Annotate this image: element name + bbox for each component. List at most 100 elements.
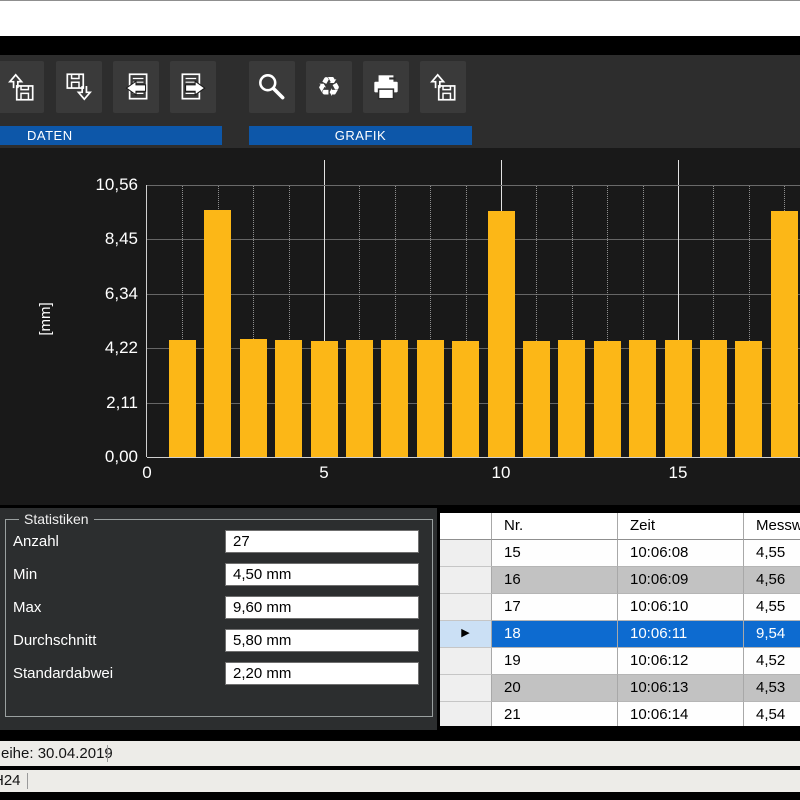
plot-top-border xyxy=(147,185,800,186)
floppy-arrow-up-icon xyxy=(4,71,38,103)
stat-label-min: Min xyxy=(13,566,37,583)
chart-bar xyxy=(735,341,762,457)
stat-label-anzahl: Anzahl xyxy=(13,533,59,550)
statusbar-series-text: eihe: 30.04.2019 xyxy=(1,741,113,766)
stat-label-standardabwei: Standardabwei xyxy=(13,665,113,682)
statusbar-device: H24 xyxy=(0,770,800,792)
chart-bar xyxy=(488,211,515,457)
column-header-messwert[interactable]: Messwert xyxy=(744,513,800,540)
messwert-cell[interactable]: 4,56 xyxy=(744,567,800,594)
load-data-button[interactable] xyxy=(0,61,44,113)
chart-bar xyxy=(700,340,727,457)
row-selector-cell[interactable] xyxy=(440,567,492,594)
chart-bar xyxy=(240,339,267,457)
nr-cell[interactable]: 21 xyxy=(492,702,618,726)
messwert-cell[interactable]: 4,52 xyxy=(744,648,800,675)
y-tick-label: 8,45 xyxy=(30,229,138,249)
standardabwei-field[interactable]: 2,20 mm xyxy=(225,662,419,685)
refresh-button[interactable]: ♻ xyxy=(306,61,352,113)
anzahl-field[interactable]: 27 xyxy=(225,530,419,553)
y-axis-line xyxy=(146,185,147,457)
toolbar-group-label-daten: DATEN xyxy=(0,126,222,145)
y-tick-label: 10,56 xyxy=(30,175,138,195)
floppy-arrow-down-icon xyxy=(62,71,96,103)
separator-band xyxy=(0,36,800,55)
grafik-label: GRAFIK xyxy=(335,128,386,143)
chart-bar xyxy=(311,341,338,457)
messwert-cell[interactable]: 4,54 xyxy=(744,702,800,726)
chart-bar xyxy=(523,341,550,457)
x-tick-label: 0 xyxy=(125,463,169,483)
nr-cell[interactable]: 16 xyxy=(492,567,618,594)
y-axis-title: [mm] xyxy=(37,285,59,353)
y-gridline xyxy=(147,457,800,458)
chart-bar xyxy=(452,341,479,457)
nr-cell[interactable]: 17 xyxy=(492,594,618,621)
chart-bar xyxy=(665,340,692,457)
chart-bar xyxy=(629,340,656,457)
window-title-band xyxy=(0,0,800,36)
messwert-cell[interactable]: 4,55 xyxy=(744,594,800,621)
statistics-groupbox-title: Statistiken xyxy=(19,511,94,527)
zeit-cell[interactable]: 10:06:11 xyxy=(618,621,744,648)
messwert-cell[interactable]: 4,55 xyxy=(744,540,800,567)
save-graphic-button[interactable] xyxy=(420,61,466,113)
row-selector-cell[interactable] xyxy=(440,540,492,567)
recycle-icon: ♻ xyxy=(317,74,341,101)
statusbar-series: eihe: 30.04.2019 xyxy=(0,741,800,766)
daten-label: DATEN xyxy=(27,128,73,143)
toolbar: DATEN GRAFIK ♻ xyxy=(0,55,800,148)
statusbar-separator xyxy=(27,773,28,789)
zeit-cell[interactable]: 10:06:13 xyxy=(618,675,744,702)
chart-bar xyxy=(169,340,196,457)
stat-label-max: Max xyxy=(13,599,41,616)
zeit-cell[interactable]: 10:06:09 xyxy=(618,567,744,594)
zeit-cell[interactable]: 10:06:14 xyxy=(618,702,744,726)
magnifier-icon xyxy=(255,71,289,103)
chart-bar xyxy=(381,340,408,457)
column-header-zeit[interactable]: Zeit xyxy=(618,513,744,540)
y-gridline xyxy=(147,294,800,295)
messwert-cell[interactable]: 9,54 xyxy=(744,621,800,648)
save-data-button[interactable] xyxy=(56,61,102,113)
zeit-cell[interactable]: 10:06:10 xyxy=(618,594,744,621)
zeit-cell[interactable]: 10:06:08 xyxy=(618,540,744,567)
print-button[interactable] xyxy=(363,61,409,113)
row-selector-cell[interactable] xyxy=(440,702,492,726)
nr-cell[interactable]: 20 xyxy=(492,675,618,702)
nr-cell[interactable]: 18 xyxy=(492,621,618,648)
row-selector-cell[interactable] xyxy=(440,594,492,621)
chart-bar xyxy=(558,340,585,457)
row-selector-cell[interactable] xyxy=(440,675,492,702)
stat-label-durchschnitt: Durchschnitt xyxy=(13,632,96,649)
y-tick-label: 0,00 xyxy=(30,447,138,467)
max-field[interactable]: 9,60 mm xyxy=(225,596,419,619)
durchschnitt-field[interactable]: 5,80 mm xyxy=(225,629,419,652)
statusbar-separator xyxy=(107,745,108,762)
x-tick-label: 15 xyxy=(656,463,700,483)
chart-bar xyxy=(346,340,373,457)
chart-bar xyxy=(417,340,444,457)
x-tick-label: 5 xyxy=(302,463,346,483)
column-header-nr[interactable]: Nr. xyxy=(492,513,618,540)
messwert-cell[interactable]: 4,53 xyxy=(744,675,800,702)
chart-bar xyxy=(275,340,302,457)
chart-bar xyxy=(771,211,798,457)
export-data-button[interactable] xyxy=(170,61,216,113)
printer-icon xyxy=(369,71,403,103)
nr-cell[interactable]: 15 xyxy=(492,540,618,567)
nr-cell[interactable]: 19 xyxy=(492,648,618,675)
measurement-table: Nr.ZeitMesswert1510:06:084,551610:06:094… xyxy=(440,513,800,726)
row-selector-arrow-icon[interactable]: ▶ xyxy=(440,621,492,648)
import-data-button[interactable] xyxy=(113,61,159,113)
measurement-bar-chart: 0,002,114,226,348,4510,56051015[mm] xyxy=(0,148,800,505)
zeit-cell[interactable]: 10:06:12 xyxy=(618,648,744,675)
chart-bar xyxy=(594,341,621,457)
row-selector-cell[interactable] xyxy=(440,648,492,675)
zoom-button[interactable] xyxy=(249,61,295,113)
y-tick-label: 2,11 xyxy=(30,393,138,413)
min-field[interactable]: 4,50 mm xyxy=(225,563,419,586)
document-arrow-out-icon xyxy=(176,71,210,103)
toolbar-group-label-grafik: GRAFIK xyxy=(249,126,472,145)
x-tick-label: 10 xyxy=(479,463,523,483)
